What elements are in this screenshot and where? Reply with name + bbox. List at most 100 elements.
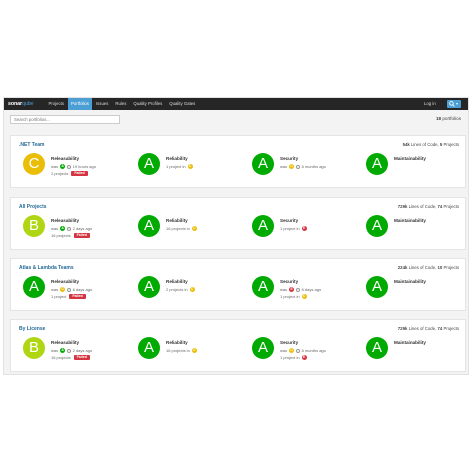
time-ago: 19 hours ago [72,164,96,169]
was-label: was [51,287,59,292]
loc-label: Lines of Code, [408,204,437,209]
projects-line: 16 projects Failed [51,233,90,238]
rating-history: was A 19 hours ago [51,164,96,169]
clock-icon [67,164,72,169]
time-ago: 6 months ago [301,164,326,169]
portfolio-title[interactable]: Atlas & Lambda Teams [19,265,74,271]
clock-icon [67,226,72,231]
nav-item-quality-profiles[interactable]: Quality Profiles [130,98,166,110]
portfolio-count-value: 18 [435,116,442,121]
projects-label: Projects [443,326,459,331]
releasability-title: Releasability [51,218,80,223]
portfolio-count: 18 portfolios [436,116,461,121]
toolbar: 18 portfolios [4,115,468,125]
projects-text[interactable]: 1 project in [280,294,300,299]
reliability-measure[interactable]: A Reliability 2 projects in C [138,276,248,306]
nav-item-portfolios[interactable]: Portfolios [67,98,93,110]
projects-text[interactable]: 2 projects in [166,287,188,292]
search-button[interactable] [447,100,461,108]
releasability-title: Releasability [51,279,80,284]
projects-text[interactable]: 2 projects [51,171,68,176]
portfolio-meta: 729k Lines of Code, 74 Projects [398,326,459,331]
security-title: Security [280,279,299,284]
releasability-measure[interactable]: B Releasability was A 2 days ago 16 projects F… [23,215,133,245]
reliability-rating: A [138,337,160,359]
portfolio-title[interactable]: All Projects [19,204,47,210]
nav-item-quality-gates[interactable]: Quality Gates [166,98,199,110]
projects-text[interactable]: 16 projects in [166,348,190,353]
was-label: was [51,226,59,231]
projects-line: 1 project in E [280,355,309,360]
projects-text[interactable]: 1 project [51,294,66,299]
security-measure[interactable]: A Security was C 6 months ago [252,153,362,183]
status-badge: Failed [73,355,90,360]
portfolio-card: All Projects 729k Lines of Code, 74 Proje… [10,197,466,250]
projects-text[interactable]: 1 project in [280,226,300,231]
projects-label: Projects [443,142,459,147]
projects-label: Projects [443,204,459,209]
maintainability-title: Maintainability [394,156,426,161]
security-title: Security [280,218,299,223]
loc-value: 224k [397,265,408,270]
releasability-measure[interactable]: A Releasability was C 6 days ago 1 project Fai… [23,276,133,306]
reliability-title: Reliability [166,156,188,161]
rating-history: was E 6 days ago [280,287,321,292]
maintainability-title: Maintainability [394,218,426,223]
was-label: was [280,164,288,169]
previous-rating-dot: A [60,226,66,231]
was-label: was [51,348,59,353]
maintainability-title: Maintainability [394,340,426,345]
worst-rating-dot: C [189,287,195,292]
portfolio-title[interactable]: .NET Team [19,142,44,148]
releasability-rating: B [23,337,45,359]
search-icon [449,101,455,107]
previous-rating-dot: A [60,164,66,169]
maintainability-measure[interactable]: A Maintainability [366,276,468,306]
projects-line: 2 projects in C [166,287,197,292]
security-measure[interactable]: A Security was C 6 months ago 1 project in E [252,337,362,367]
nav-item-projects[interactable]: Projects [45,98,68,110]
projects-line: 1 project in E [280,226,309,231]
projects-text[interactable]: 16 projects [51,233,71,238]
releasability-measure[interactable]: C Releasability was A 19 hours ago 2 projects… [23,153,133,183]
reliability-measure[interactable]: A Reliability 16 projects in C [138,337,248,367]
maintainability-measure[interactable]: A Maintainability [366,337,468,367]
maintainability-measure[interactable]: A Maintainability [366,215,468,245]
time-ago: 2 days ago [72,226,93,231]
reliability-title: Reliability [166,218,188,223]
nav-item-issues[interactable]: Issues [92,98,111,110]
reliability-measure[interactable]: A Reliability 16 projects in C [138,215,248,245]
security-rating: A [252,153,274,175]
projects-text[interactable]: 16 projects in [166,226,190,231]
portfolio-card: By License 729k Lines of Code, 74 Project… [10,319,466,372]
security-measure[interactable]: A Security was E 6 days ago 1 project in C [252,276,362,306]
reliability-measure[interactable]: A Reliability 1 project in C [138,153,248,183]
time-ago: 6 months ago [301,348,326,353]
projects-text[interactable]: 1 project in [280,355,300,360]
maintainability-measure[interactable]: A Maintainability [366,153,468,183]
nav-items: Projects Portfolios Issues Rules Quality… [45,98,199,110]
clock-icon [67,287,72,292]
nav-item-rules[interactable]: Rules [112,98,130,110]
was-label: was [51,164,59,169]
time-ago: 6 days ago [301,287,322,292]
worst-rating-dot: C [301,294,307,299]
security-measure[interactable]: A Security 1 project in E [252,215,362,245]
releasability-measure[interactable]: B Releasability was A 2 days ago 16 projects F… [23,337,133,367]
portfolio-search-input[interactable] [10,115,120,124]
projects-text[interactable]: 1 project in [166,164,186,169]
previous-rating-dot: C [289,164,295,169]
projects-text[interactable]: 16 projects [51,355,71,360]
sonarqube-logo[interactable]: sonarqube [8,100,33,108]
projects-line: 16 projects in C [166,226,199,231]
worst-rating-dot: C [187,164,193,169]
rating-history: was C 6 months ago [280,348,326,353]
previous-rating-dot: A [60,348,66,353]
time-ago: 6 days ago [72,287,93,292]
rating-history: was C 6 months ago [280,164,326,169]
was-label: was [280,348,288,353]
clock-icon [67,348,72,353]
login-link[interactable]: Log in [424,98,436,110]
rating-history: was A 2 days ago [51,226,92,231]
portfolio-title[interactable]: By License [19,326,45,332]
